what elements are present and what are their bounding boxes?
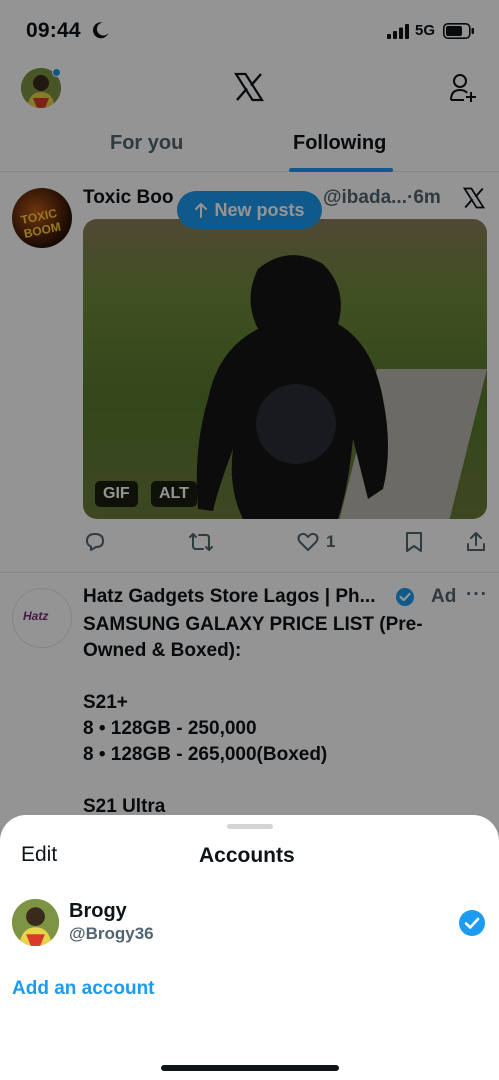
sheet-title: Accounts xyxy=(199,844,295,867)
selected-check-icon xyxy=(459,910,485,936)
accounts-sheet: Edit Accounts Brogy @Brogy36 Add an acco… xyxy=(0,815,499,1080)
sheet-grabber[interactable] xyxy=(227,824,273,829)
account-avatar[interactable] xyxy=(12,899,59,946)
home-indicator[interactable] xyxy=(161,1065,339,1071)
account-handle: @Brogy36 xyxy=(69,924,154,943)
edit-button[interactable]: Edit xyxy=(21,843,57,867)
avatar-image xyxy=(12,899,59,946)
account-name[interactable]: Brogy xyxy=(69,900,127,923)
add-account-button[interactable]: Add an account xyxy=(12,978,155,1000)
